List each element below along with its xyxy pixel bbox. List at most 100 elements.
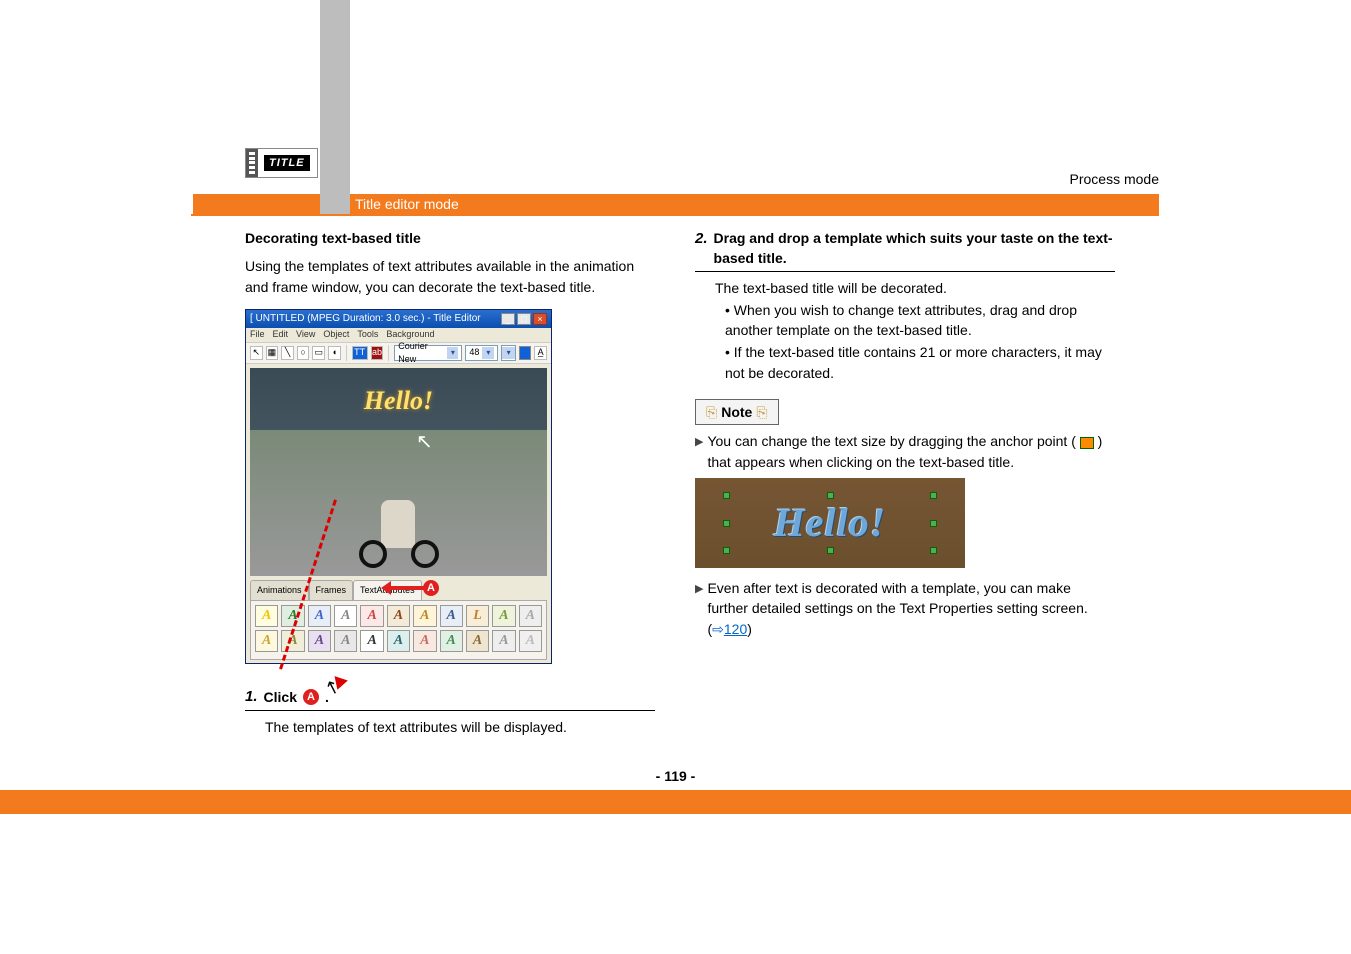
gray-accent-bar xyxy=(320,0,350,196)
template-thumb[interactable]: A xyxy=(360,605,383,627)
process-mode-label: Process mode xyxy=(1070,171,1159,187)
chevron-down-icon: ▾ xyxy=(482,347,494,359)
right-column: 2. Drag and drop a template which suits … xyxy=(695,228,1115,737)
divider xyxy=(695,271,1115,272)
maximize-button[interactable]: □ xyxy=(517,313,531,325)
template-thumb[interactable]: A xyxy=(334,605,357,627)
template-thumb[interactable]: A xyxy=(519,605,542,627)
content-columns: Decorating text-based title Using the te… xyxy=(245,228,1115,737)
resize-handle[interactable] xyxy=(930,547,937,554)
note-item-1: ▶ You can change the text size by draggi… xyxy=(695,431,1115,472)
tool-circle-icon[interactable]: ○ xyxy=(297,346,310,360)
preview-title-text[interactable]: Hello! xyxy=(364,382,433,420)
link-arrow-icon: ⇨ xyxy=(712,621,724,637)
marker-a-badge: A xyxy=(303,689,319,705)
template-thumb[interactable]: A xyxy=(519,630,542,652)
tool-image-icon[interactable]: ▦ xyxy=(266,346,279,360)
tool-roundrect-icon[interactable]: ◖ xyxy=(328,346,341,360)
note-item-1-text: You can change the text size by dragging… xyxy=(707,431,1115,472)
resize-handle[interactable] xyxy=(723,520,730,527)
tool-text-a-icon[interactable]: A̲ xyxy=(534,346,547,360)
resize-handle[interactable] xyxy=(723,547,730,554)
font-name-value: Courier New xyxy=(398,340,444,366)
page-root: TITLE Process mode Title editor mode Dec… xyxy=(0,0,1351,954)
tab-frames[interactable]: Frames xyxy=(309,580,354,600)
font-size-dropdown[interactable]: 48 ▾ xyxy=(465,345,498,361)
orange-underline xyxy=(191,214,1159,216)
template-thumb[interactable]: A xyxy=(440,630,463,652)
step-2-body: The text-based title will be decorated. … xyxy=(695,278,1115,383)
template-thumb[interactable]: A xyxy=(387,605,410,627)
title-editor-mode-label: Title editor mode xyxy=(355,196,459,212)
step-2-bullet-2: If the text-based title contains 21 or m… xyxy=(725,342,1115,383)
step-2-bullets: When you wish to change text attributes,… xyxy=(715,300,1115,383)
tab-animations[interactable]: Animations xyxy=(250,580,309,600)
template-thumb[interactable]: A xyxy=(440,605,463,627)
step-1-heading: 1. Click A . xyxy=(245,686,655,708)
hello-decorated-preview: Hello! xyxy=(695,478,965,568)
window-titlebar: [ UNTITLED (MPEG Duration: 3.0 sec.) - T… xyxy=(246,310,551,328)
tool-pointer-icon[interactable]: ↖ xyxy=(250,346,263,360)
menu-tools[interactable]: Tools xyxy=(357,328,378,341)
template-thumb[interactable]: A xyxy=(334,630,357,652)
tool-text-box-icon[interactable]: TT xyxy=(352,346,368,360)
cursor-icon: ↖ xyxy=(416,428,433,457)
page-number: - 119 - xyxy=(0,768,1351,784)
template-thumb[interactable]: A xyxy=(255,630,278,652)
divider xyxy=(245,710,655,711)
font-size-value: 48 xyxy=(469,346,479,359)
note-text-a: You can change the text size by dragging… xyxy=(707,433,1079,449)
chevron-down-icon: ▾ xyxy=(502,347,514,359)
anchor-point-icon xyxy=(1080,437,1094,449)
resize-handle[interactable] xyxy=(930,492,937,499)
template-thumb[interactable]: L xyxy=(466,605,489,627)
note-text-2b: ) xyxy=(747,621,752,637)
preview-subject xyxy=(359,488,439,568)
minimize-button[interactable]: _ xyxy=(501,313,515,325)
template-thumb[interactable]: A xyxy=(360,630,383,652)
tool-line-icon[interactable]: ╲ xyxy=(281,346,294,360)
close-button[interactable]: × xyxy=(533,313,547,325)
template-thumb[interactable]: A xyxy=(255,605,278,627)
menu-object[interactable]: Object xyxy=(323,328,349,341)
template-thumb[interactable]: A xyxy=(466,630,489,652)
template-thumb[interactable]: A xyxy=(308,630,331,652)
note-item-2-text: Even after text is decorated with a temp… xyxy=(707,578,1115,639)
menu-file[interactable]: File xyxy=(250,328,265,341)
menu-view[interactable]: View xyxy=(296,328,315,341)
template-thumb[interactable]: A xyxy=(387,630,410,652)
attribute-tabs: Animations Frames TextAttributes xyxy=(250,580,547,600)
title-logo: TITLE xyxy=(245,148,318,178)
font-name-dropdown[interactable]: Courier New ▾ xyxy=(394,345,462,361)
resize-handle[interactable] xyxy=(930,520,937,527)
resize-handle[interactable] xyxy=(827,492,834,499)
color-swatch[interactable] xyxy=(519,346,532,360)
hello-decorated-text: Hello! xyxy=(774,494,887,552)
title-badge-text: TITLE xyxy=(264,155,310,171)
tool-rect-icon[interactable]: ▭ xyxy=(312,346,325,360)
template-thumb[interactable]: A xyxy=(492,630,515,652)
menu-edit[interactable]: Edit xyxy=(273,328,289,341)
toolbar-separator-2 xyxy=(388,345,389,361)
template-thumb[interactable]: A xyxy=(308,605,331,627)
toolbar-separator xyxy=(346,345,347,361)
resize-handle[interactable] xyxy=(723,492,730,499)
page-link-120[interactable]: 120 xyxy=(724,621,747,637)
dropdown-generic[interactable]: ▾ xyxy=(501,345,515,361)
step-1-number: 1. xyxy=(245,686,258,708)
section-heading: Decorating text-based title xyxy=(245,228,655,248)
clamp-icon: ⎘ xyxy=(706,402,717,422)
template-thumb[interactable]: A xyxy=(413,630,436,652)
tool-text-color-icon[interactable]: ab xyxy=(371,346,384,360)
gray-header-overlap xyxy=(320,194,350,214)
toolbar: ↖ ▦ ╲ ○ ▭ ◖ TT ab Courier New ▾ 48 xyxy=(246,342,551,364)
template-thumb[interactable]: A xyxy=(492,605,515,627)
window-buttons: _ □ × xyxy=(501,313,547,325)
step-1-label-prefix: Click xyxy=(264,687,297,707)
step-2-number: 2. xyxy=(695,228,708,250)
triangle-bullet-icon: ▶ xyxy=(695,435,703,472)
step-1: 1. Click A . The templates of text attri… xyxy=(245,686,655,737)
resize-handle[interactable] xyxy=(827,547,834,554)
template-thumb[interactable]: A xyxy=(413,605,436,627)
triangle-bullet-icon: ▶ xyxy=(695,582,703,639)
